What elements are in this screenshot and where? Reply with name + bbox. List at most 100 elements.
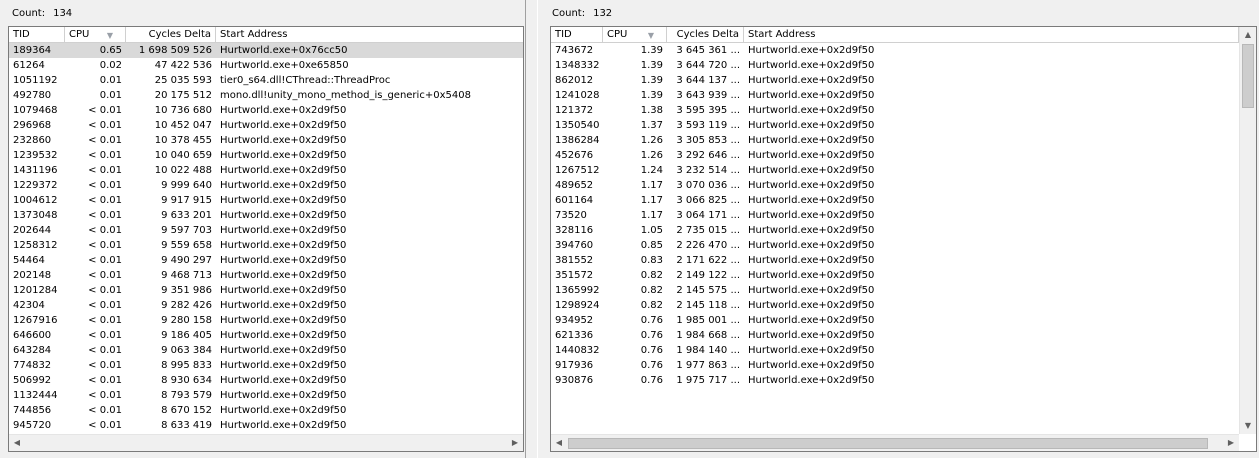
threads-list[interactable]: TID CPU ▼ Cycles Delta Start Address 1893… (8, 26, 524, 452)
column-tid-header[interactable]: TID (551, 27, 603, 43)
column-cpu-header[interactable]: CPU ▼ (603, 27, 667, 43)
horizontal-scrollbar[interactable]: ◀ ▶ (9, 434, 523, 451)
cell-tid: 506992 (13, 375, 52, 386)
table-row[interactable]: 1201284 < 0.01 9 351 986 Hurtworld.exe+0x2d… (9, 283, 523, 298)
table-row[interactable]: 394760 0.85 2 226 470 ... Hurtworld.exe+0x2… (551, 238, 1239, 253)
table-row[interactable]: 489652 1.17 3 070 036 ... Hurtworld.exe+0x2… (551, 178, 1239, 193)
table-row[interactable]: 643284 < 0.01 9 063 384 Hurtworld.exe+0x2d9… (9, 343, 523, 358)
table-row[interactable]: 121372 1.38 3 595 395 ... Hurtworld.exe+0x2… (551, 103, 1239, 118)
cell-tid: 1051192 (13, 75, 58, 86)
scroll-left-arrow-icon[interactable]: ◀ (9, 435, 25, 451)
table-row[interactable]: 934952 0.76 1 985 001 ... Hurtworld.exe+0x2… (551, 313, 1239, 328)
table-row[interactable]: 1440832 0.76 1 984 140 ... Hurtworld.exe+0x… (551, 343, 1239, 358)
cell-cpu: 1.17 (640, 210, 663, 221)
cell-start-address: Hurtworld.exe+0x2d9f50 (220, 330, 347, 341)
table-row[interactable]: 492780 0.01 20 175 512 mono.dll!unity_mono_… (9, 88, 523, 103)
cell-start-address: Hurtworld.exe+0x2d9f50 (748, 150, 875, 161)
column-start-address-header[interactable]: Start Address (744, 27, 1239, 43)
table-row[interactable]: 621336 0.76 1 984 668 ... Hurtworld.exe+0x2… (551, 328, 1239, 343)
cell-start-address: Hurtworld.exe+0x2d9f50 (748, 135, 875, 146)
table-row[interactable]: 328116 1.05 2 735 015 ... Hurtworld.exe+0x2… (551, 223, 1239, 238)
cell-cpu: 1.05 (640, 225, 663, 236)
table-row[interactable]: 1239532 < 0.01 10 040 659 Hurtworld.exe+0x2… (9, 148, 523, 163)
table-row[interactable]: 862012 1.39 3 644 137 ... Hurtworld.exe+0x2… (551, 73, 1239, 88)
vertical-scrollbar[interactable]: ▲ ▼ (1239, 27, 1256, 434)
cell-tid: 601164 (555, 195, 594, 206)
table-row[interactable]: 743672 1.39 3 645 361 ... Hurtworld.exe+0x2… (551, 43, 1239, 58)
table-row[interactable]: 646600 < 0.01 9 186 405 Hurtworld.exe+0x2d9… (9, 328, 523, 343)
scroll-up-arrow-icon[interactable]: ▲ (1240, 27, 1256, 43)
table-row[interactable]: 1365992 0.82 2 145 575 ... Hurtworld.exe+0x… (551, 283, 1239, 298)
horizontal-scroll-thumb[interactable] (568, 438, 1208, 449)
table-row[interactable]: 351572 0.82 2 149 122 ... Hurtworld.exe+0x2… (551, 268, 1239, 283)
cell-start-address: Hurtworld.exe+0x2d9f50 (748, 315, 875, 326)
table-row[interactable]: 774832 < 0.01 8 995 833 Hurtworld.exe+0x2d9… (9, 358, 523, 373)
table-row[interactable]: 1267916 < 0.01 9 280 158 Hurtworld.exe+0x2d… (9, 313, 523, 328)
table-row[interactable]: 1373048 < 0.01 9 633 201 Hurtworld.exe+0x2d… (9, 208, 523, 223)
table-row[interactable]: 1431196 < 0.01 10 022 488 Hurtworld.exe+0x2… (9, 163, 523, 178)
table-row[interactable]: 917936 0.76 1 977 863 ... Hurtworld.exe+0x2… (551, 358, 1239, 373)
cell-tid: 1373048 (13, 210, 58, 221)
table-row[interactable]: 381552 0.83 2 171 622 ... Hurtworld.exe+0x2… (551, 253, 1239, 268)
scroll-left-arrow-icon[interactable]: ◀ (551, 435, 567, 451)
table-row[interactable]: 61264 0.02 47 422 536 Hurtworld.exe+0xe6585… (9, 58, 523, 73)
table-row[interactable]: 1258312 < 0.01 9 559 658 Hurtworld.exe+0x2d… (9, 238, 523, 253)
table-row[interactable]: 1229372 < 0.01 9 999 640 Hurtworld.exe+0x2d… (9, 178, 523, 193)
table-row[interactable]: 945720 < 0.01 8 633 419 Hurtworld.exe+0x2d9… (9, 418, 523, 433)
table-row[interactable]: 189364 0.65 1 698 509 526 Hurtworld.exe+0x7… (9, 43, 523, 58)
table-row[interactable]: 1298924 0.82 2 145 118 ... Hurtworld.exe+0x… (551, 298, 1239, 313)
cell-start-address: Hurtworld.exe+0x2d9f50 (748, 300, 875, 311)
table-row[interactable]: 1004612 < 0.01 9 917 915 Hurtworld.exe+0x2d… (9, 193, 523, 208)
column-cycles-header[interactable]: Cycles Delta (126, 27, 216, 43)
scroll-right-arrow-icon[interactable]: ▶ (1223, 435, 1239, 451)
table-row[interactable]: 1348332 1.39 3 644 720 ... Hurtworld.exe+0x… (551, 58, 1239, 73)
table-row[interactable]: 452676 1.26 3 292 646 ... Hurtworld.exe+0x2… (551, 148, 1239, 163)
cell-cpu: < 0.01 (88, 150, 122, 161)
scroll-right-arrow-icon[interactable]: ▶ (507, 435, 523, 451)
threads-list[interactable]: TID CPU ▼ Cycles Delta Start Address 7436… (550, 26, 1257, 452)
table-row[interactable]: 744856 < 0.01 8 670 152 Hurtworld.exe+0x2d9… (9, 403, 523, 418)
table-row[interactable]: 202644 < 0.01 9 597 703 Hurtworld.exe+0x2d9… (9, 223, 523, 238)
cell-cycles-delta: 3 644 720 ... (676, 60, 740, 71)
column-cpu-header[interactable]: CPU ▼ (65, 27, 126, 43)
table-row[interactable]: 54464 < 0.01 9 490 297 Hurtworld.exe+0x2d9f… (9, 253, 523, 268)
cell-start-address: Hurtworld.exe+0x2d9f50 (220, 300, 347, 311)
scroll-down-arrow-icon[interactable]: ▼ (1240, 418, 1256, 434)
panel-splitter[interactable] (525, 0, 538, 458)
cell-tid: 1440832 (555, 345, 600, 356)
table-row[interactable]: 1386284 1.26 3 305 853 ... Hurtworld.exe+0x… (551, 133, 1239, 148)
cell-cpu: 0.82 (640, 285, 663, 296)
cell-tid: 42304 (13, 300, 45, 311)
column-cycles-header[interactable]: Cycles Delta (667, 27, 744, 43)
table-row[interactable]: 930876 0.76 1 975 717 ... Hurtworld.exe+0x2… (551, 373, 1239, 388)
cell-cpu: 0.76 (640, 360, 663, 371)
table-row[interactable]: 1267512 1.24 3 232 514 ... Hurtworld.exe+0x… (551, 163, 1239, 178)
table-row[interactable]: 1241028 1.39 3 643 939 ... Hurtworld.exe+0x… (551, 88, 1239, 103)
table-row[interactable]: 1051192 0.01 25 035 593 tier0_s64.dll!CThre… (9, 73, 523, 88)
table-row[interactable]: 1350540 1.37 3 593 119 ... Hurtworld.exe+0x… (551, 118, 1239, 133)
column-tid-header[interactable]: TID (9, 27, 65, 43)
cell-start-address: Hurtworld.exe+0x2d9f50 (748, 330, 875, 341)
table-row[interactable]: 296968 < 0.01 10 452 047 Hurtworld.exe+0x2d… (9, 118, 523, 133)
cell-cpu: < 0.01 (88, 225, 122, 236)
table-row[interactable]: 601164 1.17 3 066 825 ... Hurtworld.exe+0x2… (551, 193, 1239, 208)
cell-cpu: 1.17 (640, 195, 663, 206)
cell-cpu: 0.76 (640, 375, 663, 386)
table-row[interactable]: 1132444 < 0.01 8 793 579 Hurtworld.exe+0x2d… (9, 388, 523, 403)
table-row[interactable]: 42304 < 0.01 9 282 426 Hurtworld.exe+0x2d9f… (9, 298, 523, 313)
table-row[interactable]: 1079468 < 0.01 10 736 680 Hurtworld.exe+0x2… (9, 103, 523, 118)
cell-tid: 1258312 (13, 240, 58, 251)
table-row[interactable]: 506992 < 0.01 8 930 634 Hurtworld.exe+0x2d9… (9, 373, 523, 388)
vertical-scroll-thumb[interactable] (1242, 44, 1254, 108)
table-row[interactable]: 73520 1.17 3 064 171 ... Hurtworld.exe+0x2d… (551, 208, 1239, 223)
cell-cpu: 1.24 (640, 165, 663, 176)
table-row[interactable]: 232860 < 0.01 10 378 455 Hurtworld.exe+0x2d… (9, 133, 523, 148)
cell-cycles-delta: 25 035 593 (154, 75, 212, 86)
cell-cycles-delta: 8 633 419 (161, 420, 212, 431)
column-start-address-header[interactable]: Start Address (216, 27, 523, 43)
table-row[interactable]: 202148 < 0.01 9 468 713 Hurtworld.exe+0x2d9… (9, 268, 523, 283)
cell-cycles-delta: 2 149 122 ... (676, 270, 740, 281)
cell-cycles-delta: 9 282 426 (161, 300, 212, 311)
horizontal-scrollbar[interactable]: ◀ ▶ (551, 434, 1239, 451)
cell-cycles-delta: 9 559 658 (161, 240, 212, 251)
